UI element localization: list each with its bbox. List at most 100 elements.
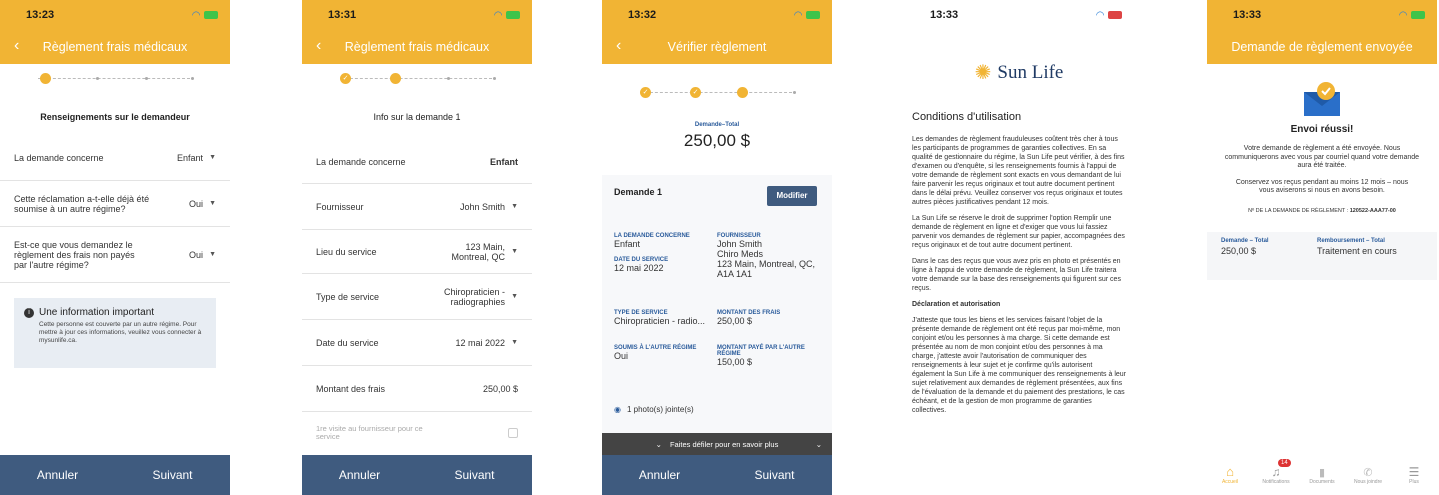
caret-down-icon: ▼ <box>511 339 518 346</box>
nav-bar: ‹ Vérifier règlement <box>602 30 832 64</box>
claim-card: Demande 1 Modifier LA DEMANDE CONCERNE E… <box>602 175 832 433</box>
section-title: Info sur la demande 1 <box>373 112 461 122</box>
field-unpaid-balance[interactable]: Est-ce que vous demandez le règlement de… <box>0 227 230 283</box>
status-bar: 13:33 ◠ <box>904 0 1134 30</box>
section-subtitle: Déclaration et autorisation <box>912 301 1001 308</box>
success-title: Envoi réussi! <box>1290 124 1354 135</box>
eye-icon: ◉ <box>614 405 621 414</box>
field-amount[interactable]: Montant des frais 250,00 $ <box>302 366 532 412</box>
caret-down-icon: ▼ <box>511 203 518 210</box>
info-icon: i <box>24 307 34 318</box>
tab-more[interactable]: ☰ Plus <box>1394 465 1434 485</box>
field-claim-for[interactable]: La demande concerne Enfant ▼ <box>0 135 230 181</box>
wifi-icon: ◠ <box>1096 9 1104 21</box>
nav-bar: Demande de règlement envoyée <box>1207 30 1437 64</box>
claim-reference: Nº DE LA DEMANDE DE RÈGLEMENT : 120522-A… <box>1248 207 1396 214</box>
action-bar: Annuler Suivant <box>602 455 832 495</box>
field-service-location[interactable]: Lieu du service 123 Main, Montreal, QC ▼ <box>302 230 532 274</box>
page-title: Vérifier règlement <box>667 40 767 54</box>
step-3-active <box>737 87 748 98</box>
action-bar: Annuler Suivant <box>0 455 230 495</box>
field-service-date[interactable]: Date du service 12 mai 2022 ▼ <box>302 320 532 366</box>
phone-icon: ✆ <box>1363 467 1373 479</box>
info-text: Cette personne est couverte par un autre… <box>39 321 202 344</box>
cancel-button[interactable]: Annuler <box>602 468 717 482</box>
step-1-active <box>40 73 51 84</box>
info-box: i Une information important Cette person… <box>14 298 216 368</box>
screen-applicant-info: 13:23 ◠ ‹ Règlement frais médicaux Rense… <box>0 0 230 495</box>
edit-button[interactable]: Modifier <box>767 186 817 206</box>
step-1-done-icon: ✓ <box>640 87 651 98</box>
home-icon: ⌂ <box>1226 464 1234 479</box>
field-submitted-other-plan[interactable]: Cette réclamation a-t-elle déjà été soum… <box>0 181 230 227</box>
battery-icon <box>1108 11 1122 19</box>
page-title: Conditions d'utilisation <box>912 111 1022 123</box>
envelope-check-icon <box>1300 80 1344 120</box>
first-visit-row: 1re visite au fournisseur pour ce servic… <box>302 418 532 448</box>
tab-home[interactable]: ⌂ Accueil <box>1210 464 1250 485</box>
caret-down-icon: ▼ <box>209 154 216 161</box>
cancel-button[interactable]: Annuler <box>0 468 115 482</box>
wifi-icon: ◠ <box>1399 9 1407 21</box>
clock: 13:31 <box>328 9 357 21</box>
next-button[interactable]: Suivant <box>115 468 230 482</box>
receipt-notice: Conservez vos reçus pendant au moins 12 … <box>1235 178 1409 195</box>
caret-down-icon: ▼ <box>209 200 216 207</box>
tab-notifications[interactable]: ♫ 14 Notifications <box>1256 459 1296 485</box>
status-bar: 13:33 ◠ <box>1207 0 1437 30</box>
page-title: Demande de règlement envoyée <box>1231 40 1413 54</box>
clock: 13:32 <box>628 9 657 21</box>
caret-down-icon: ▼ <box>511 293 518 300</box>
progress-stepper <box>0 64 230 92</box>
page-title: Règlement frais médicaux <box>42 40 188 54</box>
paragraph: Dans le cas des reçus que vous avez pris… <box>912 258 1121 292</box>
sun-icon: ✺ <box>974 62 992 84</box>
chevron-down-icon: ⌄ <box>815 439 822 449</box>
clock: 13:33 <box>930 9 959 21</box>
step-2-active <box>390 73 401 84</box>
total-label: Demande–Total <box>694 122 740 128</box>
back-icon[interactable]: ‹ <box>316 37 321 55</box>
photos-row[interactable]: ◉ 1 photo(s) jointe(s) <box>614 405 694 414</box>
back-icon[interactable]: ‹ <box>616 37 621 55</box>
tab-contact[interactable]: ✆ Nous joindre <box>1348 466 1388 485</box>
field-service-type[interactable]: Type de service Chiropraticien - radiogr… <box>302 274 532 320</box>
paragraph: La Sun Life se réserve le droit de suppr… <box>912 215 1125 249</box>
status-bar: 13:31 ◠ <box>302 0 532 30</box>
bell-icon: ♫ <box>1271 465 1281 479</box>
scroll-hint-bar[interactable]: ⌄ Faites défiler pour en savoir plus ⌄ <box>602 433 832 455</box>
status-bar: 13:32 ◠ <box>602 0 832 30</box>
progress-stepper: ✓ <box>302 64 532 92</box>
next-button[interactable]: Suivant <box>717 468 832 482</box>
notification-badge: 14 <box>1278 459 1291 467</box>
tab-documents[interactable]: ▮ Documents <box>1302 466 1342 485</box>
battery-icon <box>806 11 820 19</box>
status-icons: ◠ <box>192 10 218 21</box>
battery-icon <box>506 11 520 19</box>
screen-verify-claim: 13:32 ◠ ‹ Vérifier règlement ✓ ✓ Demande… <box>602 0 832 495</box>
battery-icon <box>204 11 218 19</box>
field-provider[interactable]: Fournisseur John Smith ▼ <box>302 184 532 230</box>
wifi-icon: ◠ <box>192 9 200 21</box>
caret-down-icon: ▼ <box>209 251 216 258</box>
action-bar: Annuler Suivant <box>302 455 532 495</box>
back-icon[interactable]: ‹ <box>14 37 19 55</box>
paragraph: Les demandes de règlement frauduleuses c… <box>912 136 1125 206</box>
wifi-icon: ◠ <box>794 9 802 21</box>
nav-bar: ‹ Règlement frais médicaux <box>302 30 532 64</box>
first-visit-checkbox[interactable] <box>508 428 518 438</box>
menu-icon: ☰ <box>1408 465 1420 479</box>
nav-bar: ‹ Règlement frais médicaux <box>0 30 230 64</box>
clock: 13:23 <box>26 9 55 21</box>
chevron-down-icon: ⌄ <box>655 439 662 449</box>
field-claim-for[interactable]: La demande concerne Enfant <box>302 140 532 184</box>
sun-life-logo: ✺ Sun Life <box>974 61 1064 85</box>
next-button[interactable]: Suivant <box>417 468 532 482</box>
screen-terms: 13:33 ◠ ✺ Sun Life Conditions d'utilisat… <box>904 0 1134 495</box>
total-amount: 250,00 $ <box>683 131 751 150</box>
progress-stepper: ✓ ✓ <box>602 78 832 106</box>
success-message: Votre demande de règlement a été envoyée… <box>1224 145 1420 169</box>
step-1-done-icon: ✓ <box>340 73 351 84</box>
cancel-button[interactable]: Annuler <box>302 468 417 482</box>
page-title: Règlement frais médicaux <box>344 40 490 54</box>
